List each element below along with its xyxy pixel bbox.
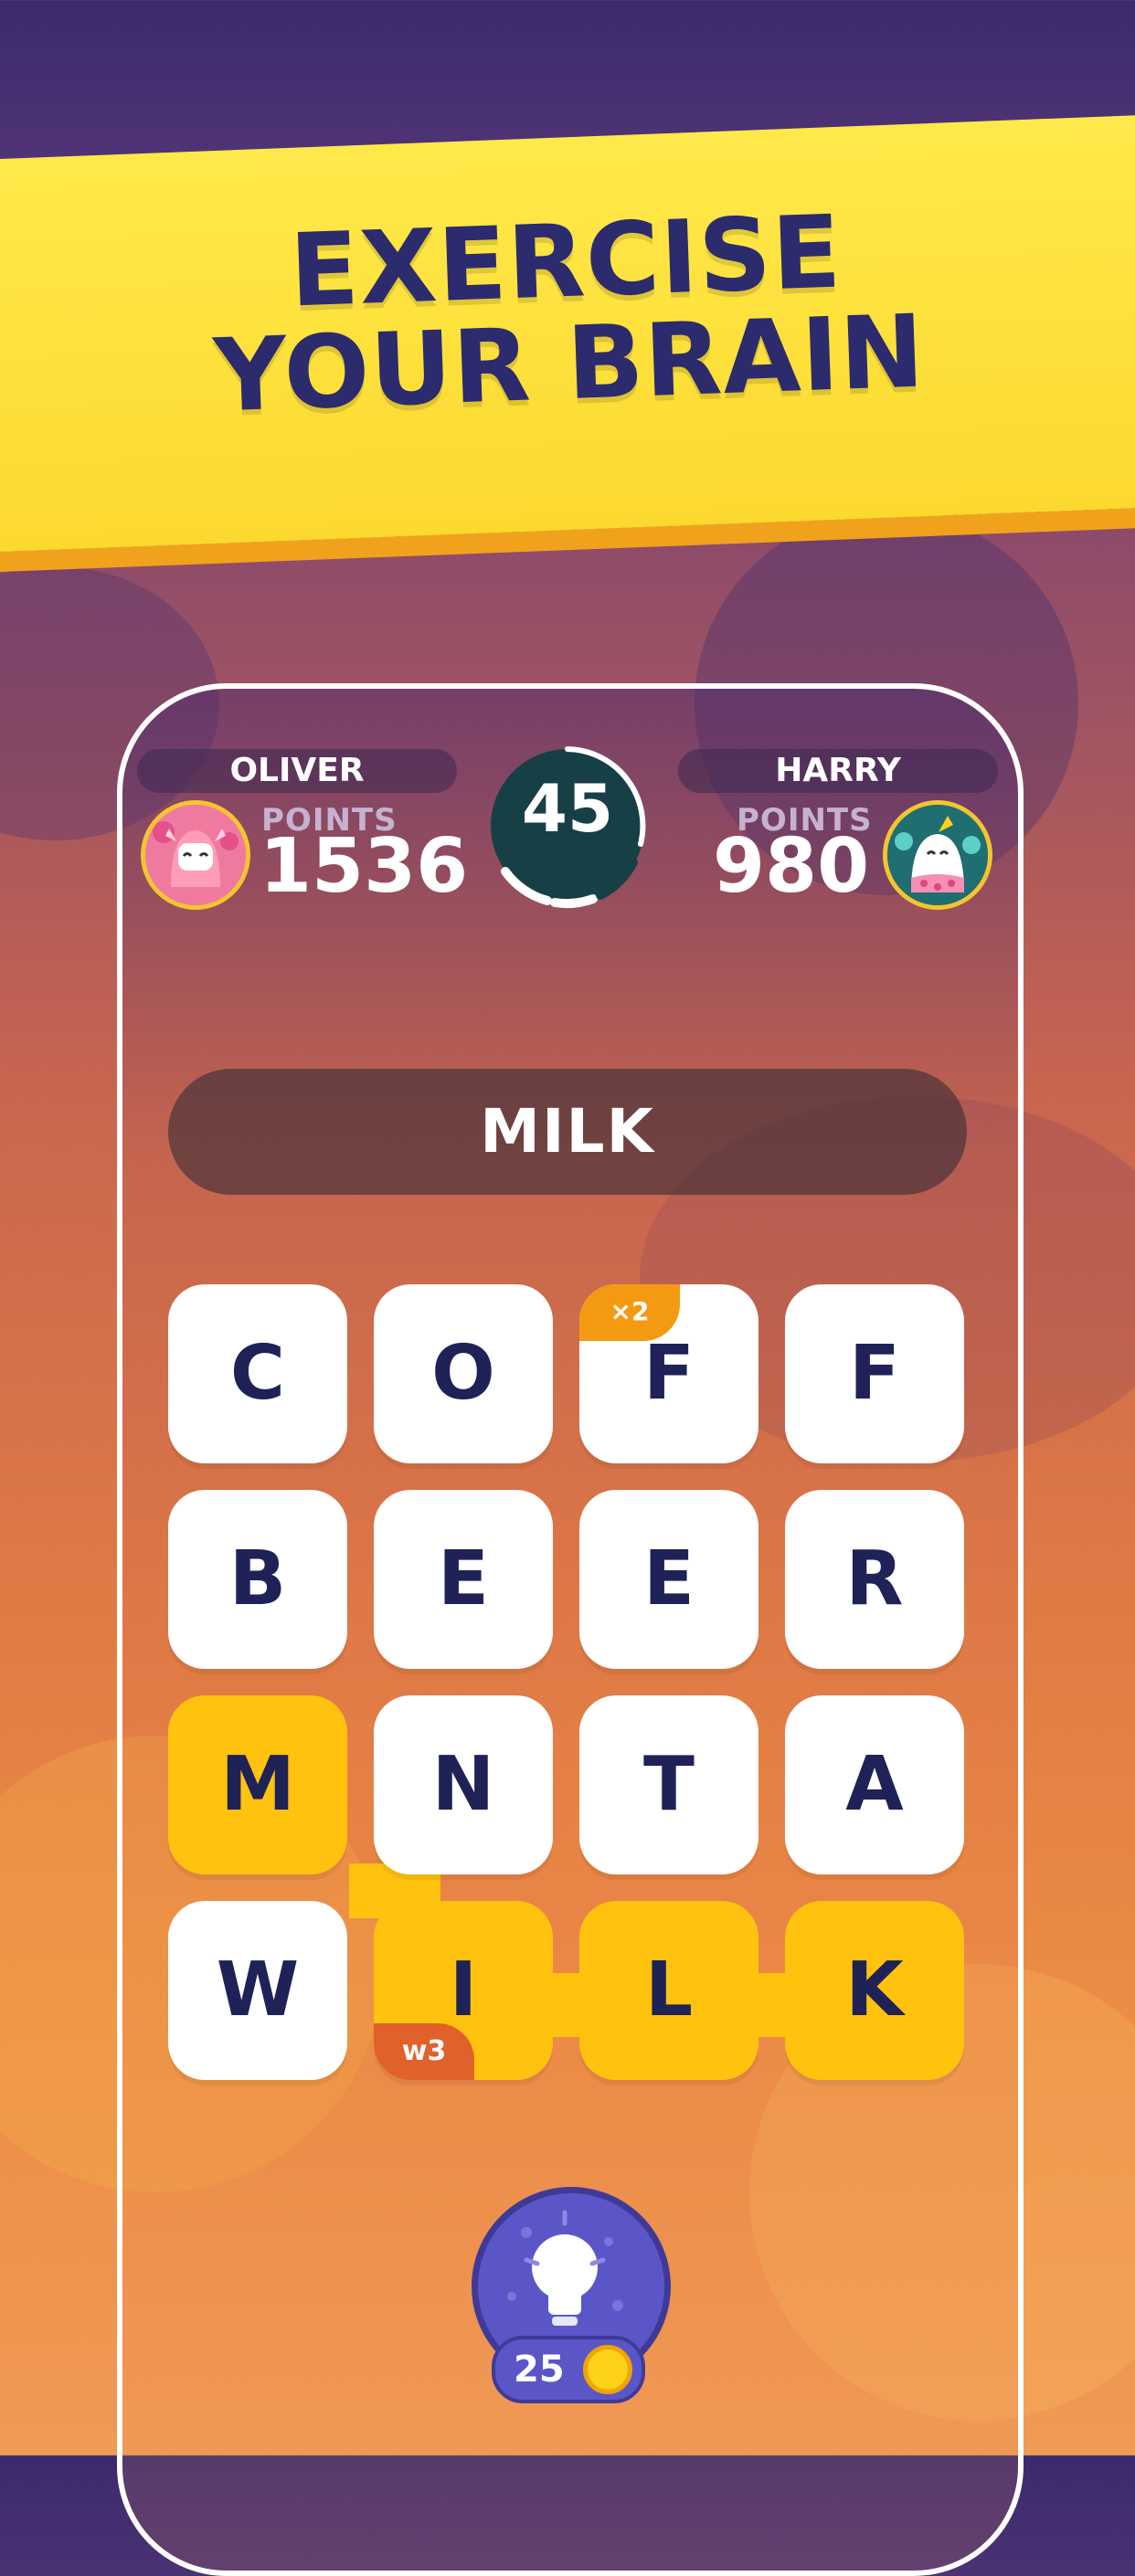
letter-tile[interactable]: R <box>785 1490 964 1669</box>
letter-tile-selected[interactable]: L <box>579 1901 758 2080</box>
hint-cost-value: 25 <box>514 2349 565 2391</box>
letter-tile[interactable]: T <box>579 1695 758 1874</box>
letter-tile-selected[interactable]: M <box>168 1695 347 1874</box>
letter-tile[interactable]: C <box>168 1284 347 1463</box>
player-name-oliver: OLIVER <box>137 749 457 793</box>
letter-tile-label: I <box>449 1947 478 2033</box>
multiplier-badge: ×2 <box>579 1284 680 1341</box>
timer-value: 45 <box>521 770 614 847</box>
monster-white-icon <box>887 805 988 905</box>
letter-tile[interactable]: ×2 F <box>579 1284 758 1463</box>
points-value-oliver: 1536 <box>260 823 469 910</box>
banner-title: EXERCISE YOUR BRAIN <box>0 190 1135 435</box>
coin-icon <box>583 2345 632 2394</box>
player-avatar-harry <box>883 800 992 910</box>
letter-tile[interactable]: W <box>168 1901 347 2080</box>
letter-tile-selected[interactable]: I w3 <box>374 1901 553 2080</box>
letter-tile[interactable]: E <box>374 1490 553 1669</box>
player-name-harry: HARRY <box>678 749 998 793</box>
letter-tile[interactable]: A <box>785 1695 964 1874</box>
round-timer: 45 <box>491 746 646 909</box>
monster-pink-icon <box>145 805 246 905</box>
hint-cost: 25 <box>492 2336 645 2403</box>
letter-tile[interactable]: O <box>374 1284 553 1463</box>
letter-tile-selected[interactable]: K <box>785 1901 964 2080</box>
word-multiplier-badge: w3 <box>374 2023 474 2080</box>
letter-tile-label: F <box>642 1330 695 1417</box>
letter-tile[interactable]: B <box>168 1490 347 1669</box>
letter-tile[interactable]: F <box>785 1284 964 1463</box>
points-value-harry: 980 <box>713 823 870 910</box>
letter-tile[interactable]: E <box>579 1490 758 1669</box>
player-avatar-oliver <box>141 800 250 910</box>
current-word-display: MILK <box>168 1069 967 1195</box>
letter-tile[interactable]: N <box>374 1695 553 1874</box>
